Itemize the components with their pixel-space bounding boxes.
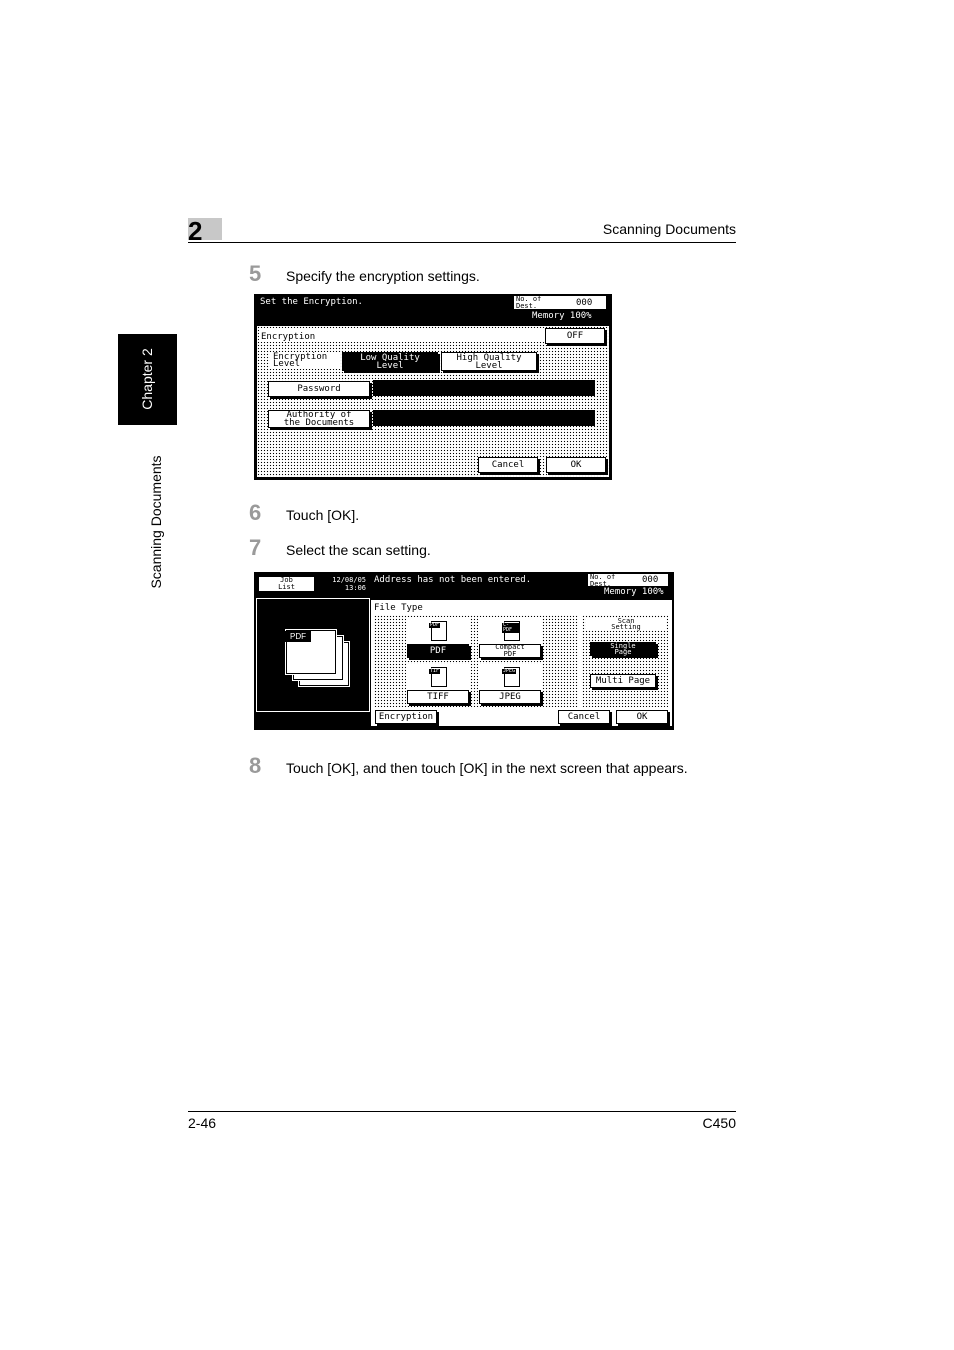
screen2-dest-value: 000 <box>642 575 659 585</box>
encryption-button[interactable]: Encryption <box>375 710 437 724</box>
screen2-dest-label: No. of Dest. <box>590 573 616 588</box>
screen2-datetime: 12/08/05 13:06 <box>332 576 366 592</box>
encryption-screen: Set the Encryption. No. of Dest. 000 Mem… <box>254 294 612 480</box>
step-8-number: 8 <box>249 753 262 778</box>
step-8-text: Touch [OK], and then touch [OK] in the n… <box>286 760 688 776</box>
compact-pdf-button[interactable]: Compact PDF <box>479 644 541 658</box>
side-section-label: Scanning Documents <box>148 455 164 589</box>
side-chapter-label: Chapter 2 <box>139 348 155 410</box>
job-list-button[interactable]: Job List <box>258 576 315 592</box>
step-5-number: 5 <box>249 261 262 286</box>
low-quality-level-button[interactable]: Low Quality Level <box>342 352 438 371</box>
screen2-memory: Memory 100% <box>604 587 664 597</box>
step-7-number: 7 <box>249 535 262 560</box>
tiff-file-icon: TIF <box>429 667 447 687</box>
tiff-button[interactable]: TIFF <box>407 690 469 704</box>
footer-rule <box>188 1111 736 1112</box>
password-button[interactable]: Password <box>268 381 370 397</box>
multi-page-button[interactable]: Multi Page <box>590 674 656 688</box>
pdf-button[interactable]: PDF <box>407 644 469 658</box>
step-6-number: 6 <box>249 500 262 525</box>
screen1-dest-label: No. of Dest. <box>516 295 542 310</box>
screen1-memory: Memory 100% <box>532 311 592 321</box>
screen1-title: Set the Encryption. <box>260 297 363 307</box>
step-6-text: Touch [OK]. <box>286 507 360 523</box>
password-field[interactable] <box>373 380 595 396</box>
file-type-label: File Type <box>374 603 423 613</box>
preview-pdf-label: PDF <box>285 631 311 642</box>
pdf-file-icon: PDF <box>429 621 447 641</box>
step-5-text: Specify the encryption settings. <box>286 268 480 284</box>
step-7-text: Select the scan setting. <box>286 542 431 558</box>
screen1-dest-value: 000 <box>576 298 593 308</box>
screen1-ok-button[interactable]: OK <box>546 457 606 473</box>
authority-field[interactable] <box>373 410 595 426</box>
compact-pdf-file-icon: C-PDF <box>502 621 520 641</box>
jpeg-button[interactable]: JPEG <box>479 690 541 704</box>
screen2-message: Address has not been entered. <box>374 575 532 585</box>
file-type-screen: Job List 12/08/05 13:06 PDF Address has … <box>254 572 674 730</box>
header-section-title: Scanning Documents <box>602 221 736 237</box>
high-quality-level-button[interactable]: High Quality Level <box>441 352 537 371</box>
screen2-ok-button[interactable]: OK <box>616 710 668 724</box>
jpeg-file-icon: JPEG <box>502 667 520 687</box>
screen1-panel-title: Encryption <box>261 332 316 342</box>
authority-of-documents-button[interactable]: Authority of the Documents <box>268 410 370 428</box>
single-page-button[interactable]: Single Page <box>590 642 656 656</box>
scan-setting-label: Scan Setting <box>611 617 641 631</box>
screen1-cancel-button[interactable]: Cancel <box>478 457 538 473</box>
screen2-cancel-button[interactable]: Cancel <box>558 710 610 724</box>
footer-page-number: 2-46 <box>188 1115 217 1131</box>
footer-model: C450 <box>702 1115 736 1131</box>
header-rule <box>188 242 736 243</box>
encryption-level-label: Encryption Level <box>273 352 328 369</box>
encryption-off-button[interactable]: OFF <box>545 328 605 344</box>
